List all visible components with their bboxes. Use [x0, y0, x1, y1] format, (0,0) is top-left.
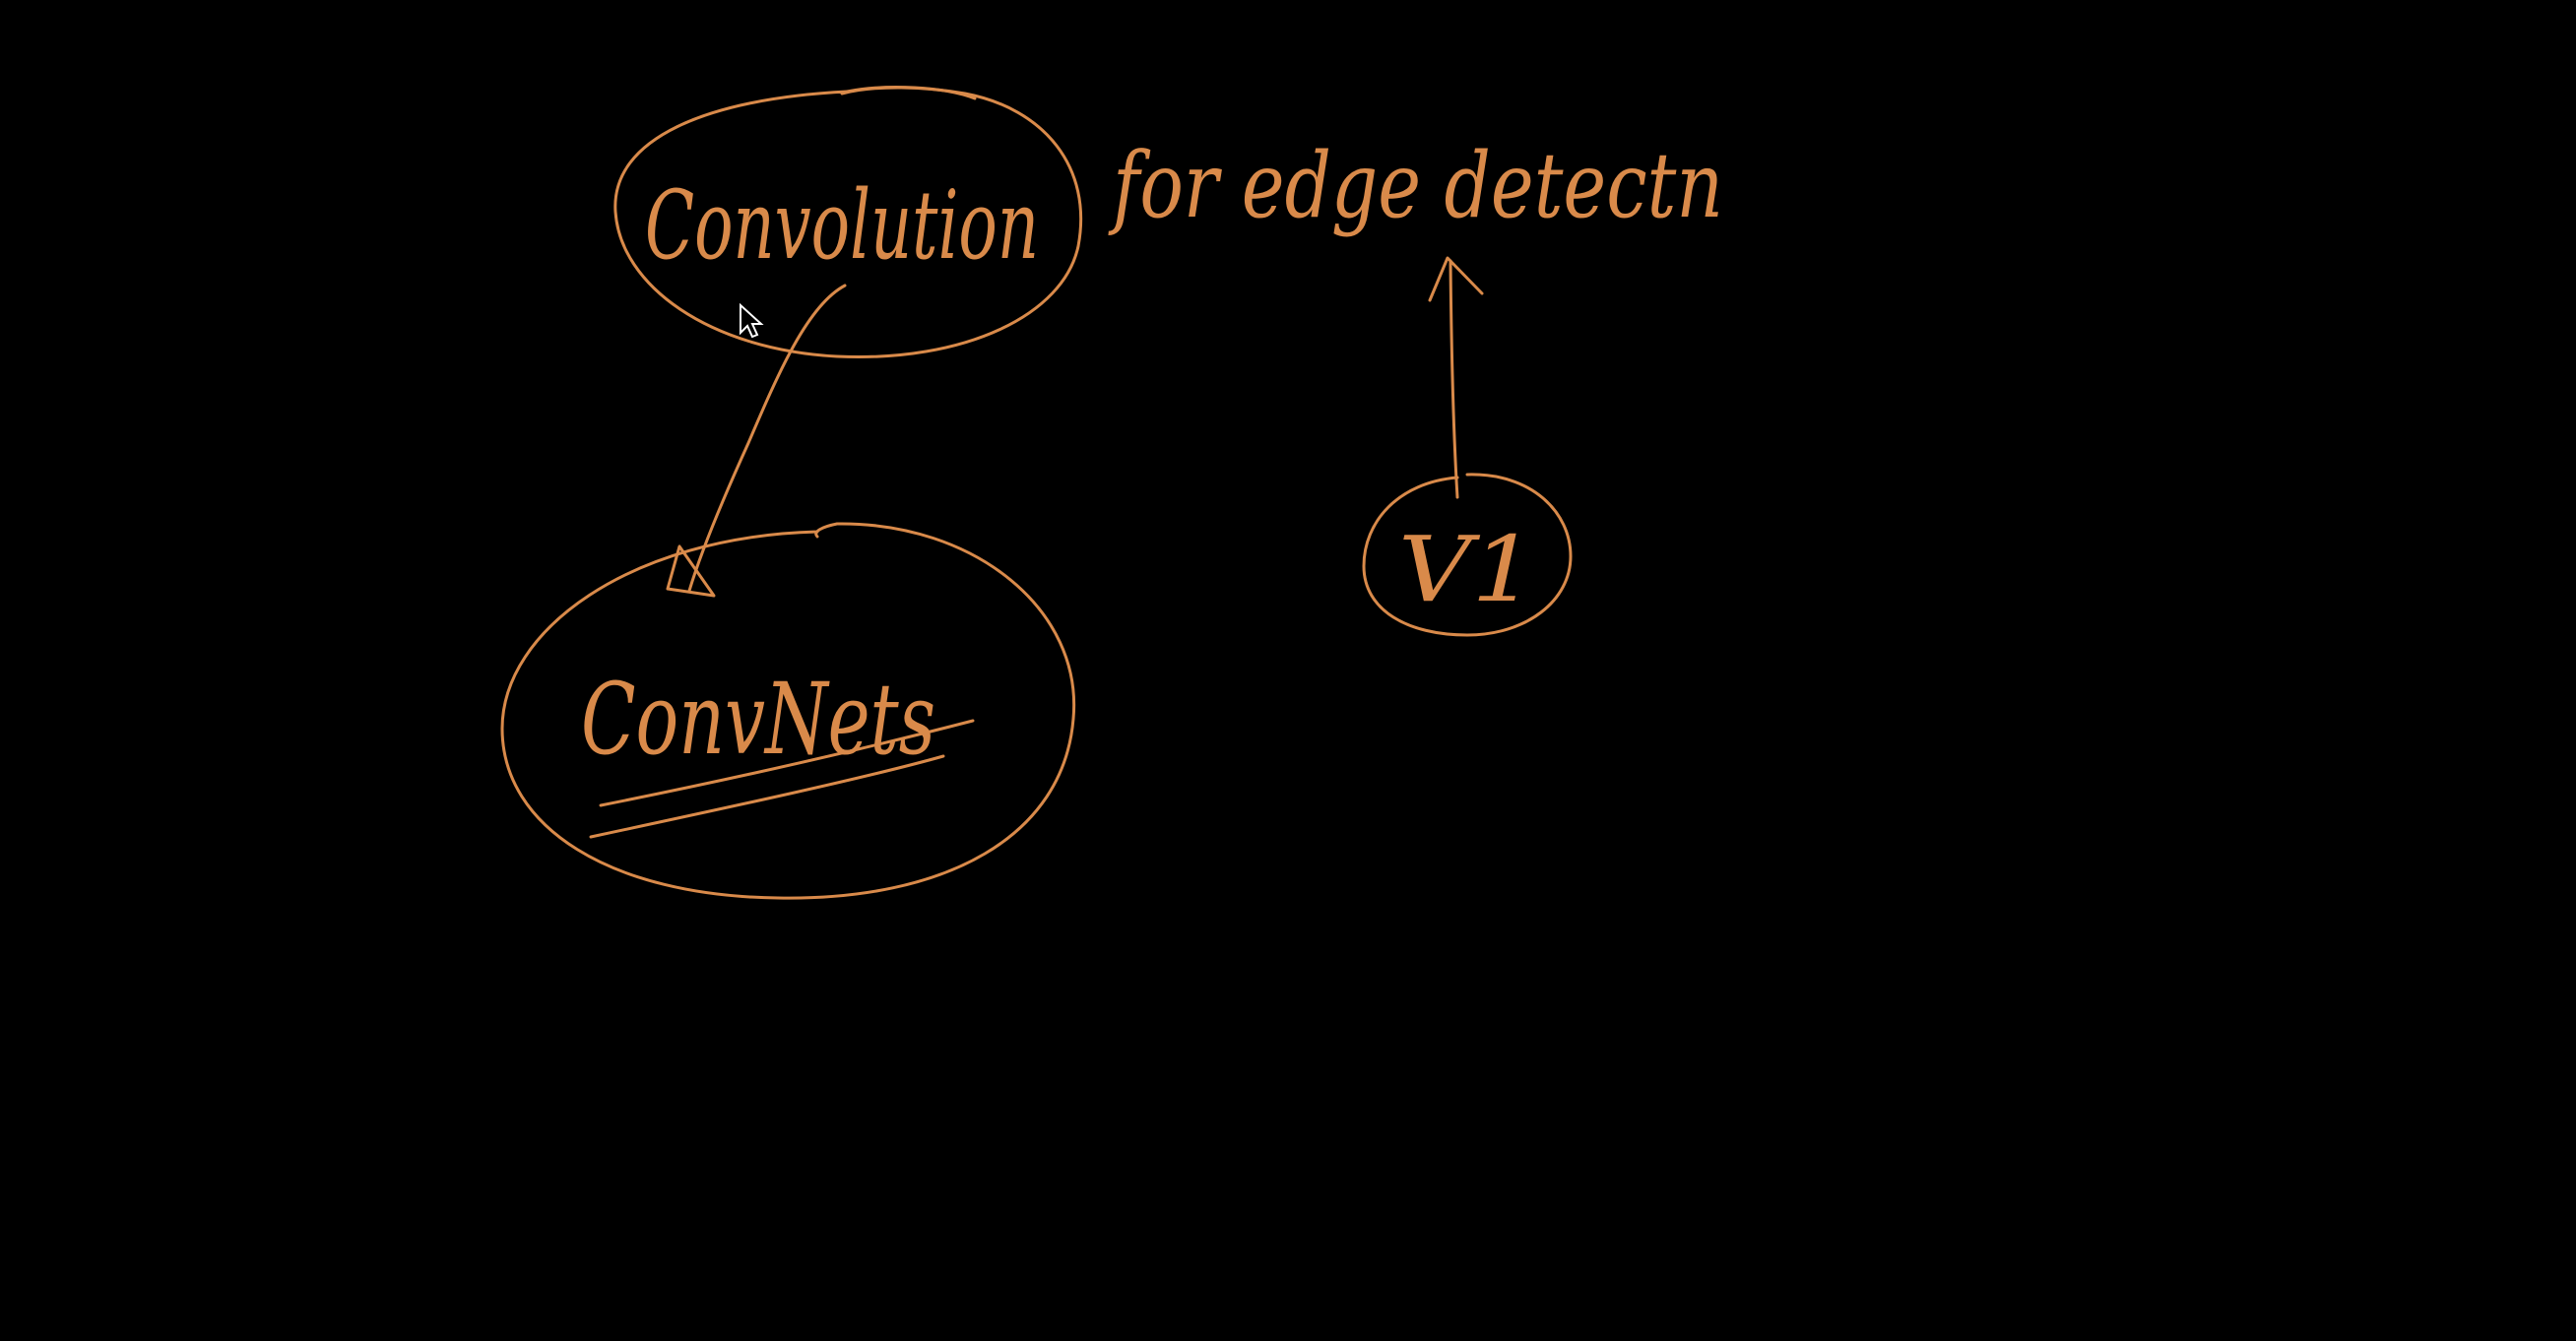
v1-node: V1: [1362, 473, 1573, 637]
convnets-label: ConvNets: [581, 662, 935, 777]
whiteboard-canvas[interactable]: Convolution for edge detectn ConvNets V1: [0, 0, 2576, 1341]
convolution-label: Convolution: [645, 170, 1039, 281]
v1-label: V1: [1398, 517, 1536, 622]
whiteboard-drawing: Convolution for edge detectn ConvNets V1: [500, 86, 1723, 900]
mouse-pointer-icon: [740, 302, 764, 339]
arrow-shaft: [1449, 259, 1459, 499]
edge-detection-annotation: for edge detectn: [1108, 133, 1723, 238]
convolution-node: Convolution: [613, 86, 1083, 359]
convolution-ellipse-overstroke: [845, 86, 977, 100]
arrow-head: [1428, 256, 1484, 302]
arrow-v1-to-edge-detection: [1428, 256, 1484, 499]
convnets-node: ConvNets: [500, 522, 1076, 900]
